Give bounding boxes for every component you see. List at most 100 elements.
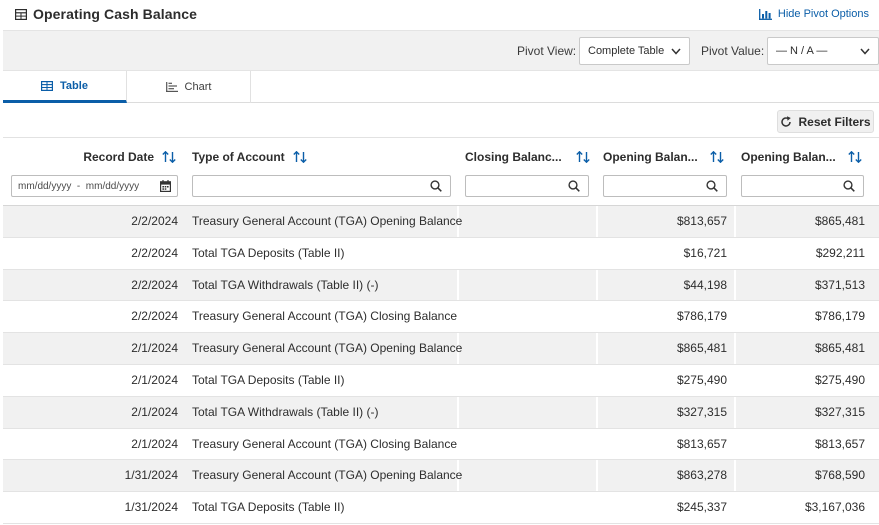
column-header-type-of-account[interactable]: Type of Account [192,150,307,164]
opening-balance-2-cell: $865,481 [814,341,865,356]
opening-balance-2-cell: $3,167,036 [804,500,865,515]
record-date-cell: 2/2/2024 [131,277,178,292]
record-date-cell: 1/31/2024 [124,468,178,483]
type-of-account-search-input[interactable] [192,175,451,197]
table-row[interactable]: 2/1/2024 Total TGA Deposits (Table II) $… [3,365,879,397]
view-tabs: Table Chart [3,71,879,103]
opening-balance-1-search-input[interactable] [603,175,727,197]
table-body: 2/2/2024 Treasury General Account (TGA) … [3,206,879,524]
search-icon [568,180,580,192]
column-header-record-date[interactable]: Record Date [83,150,176,164]
type-of-account-cell: Total TGA Withdrawals (Table II) (-) [192,277,379,292]
table-row[interactable]: 1/31/2024 Total TGA Deposits (Table II) … [3,492,879,524]
page-title: Operating Cash Balance [33,6,198,22]
chart-icon [165,82,178,92]
opening-balance-1-cell: $327,315 [676,404,727,419]
chevron-down-icon [860,48,870,55]
opening-balance-1-cell: $786,179 [676,309,727,324]
record-date-cell: 1/31/2024 [124,500,178,515]
title-bar: Operating Cash Balance Hide Pivot Option… [0,0,879,30]
refresh-icon [781,115,792,127]
table-row[interactable]: 2/2/2024 Treasury General Account (TGA) … [3,206,879,238]
search-icon [843,180,855,192]
type-of-account-cell: Total TGA Deposits (Table II) [192,245,345,260]
record-date-cell: 2/2/2024 [131,245,178,260]
opening-balance-1-cell: $245,337 [676,500,727,515]
table-row[interactable]: 2/1/2024 Treasury General Account (TGA) … [3,429,879,461]
table-row[interactable]: 2/2/2024 Total TGA Deposits (Table II) $… [3,238,879,270]
type-of-account-cell: Treasury General Account (TGA) Opening B… [192,468,463,483]
record-date-cell: 2/1/2024 [131,372,178,387]
type-of-account-cell: Treasury General Account (TGA) Closing B… [192,309,458,324]
pivot-value-value: — N / A — [776,45,828,57]
date-range-placeholder: mm/dd/yyyy - mm/dd/yyyy [18,181,140,192]
hide-pivot-options-label: Hide Pivot Options [777,8,869,20]
record-date-cell: 2/2/2024 [131,309,178,324]
column-label: Opening Balan... [741,150,836,164]
opening-balance-1-cell: $44,198 [683,277,727,292]
type-of-account-cell: Treasury General Account (TGA) Opening B… [192,341,463,356]
search-icon [706,180,718,192]
table-row[interactable]: 2/2/2024 Treasury General Account (TGA) … [3,301,879,334]
table-row[interactable]: 2/2/2024 Total TGA Withdrawals (Table II… [3,269,879,302]
sort-icon [575,151,590,163]
opening-balance-2-search-input[interactable] [741,175,864,197]
tab-chart-label: Chart [184,81,212,93]
pivot-view-label: Pivot View: [517,44,577,58]
table-header: Record Date Type of Account Closing Bala… [3,138,879,206]
pivot-view-select[interactable]: Complete Table [579,37,690,65]
type-of-account-cell: Total TGA Deposits (Table II) [192,372,345,387]
sort-icon [162,151,176,163]
opening-balance-2-cell: $275,490 [814,372,865,387]
opening-balance-1-cell: $275,490 [676,372,727,387]
opening-balance-1-cell: $16,721 [683,245,727,260]
type-of-account-cell: Treasury General Account (TGA) Opening B… [192,214,463,228]
column-header-opening-balance-2[interactable]: Opening Balan... [741,150,862,164]
opening-balance-2-cell: $292,211 [815,245,865,260]
column-header-opening-balance-1[interactable]: Opening Balan... [603,150,724,164]
table-row[interactable]: 2/1/2024 Treasury General Account (TGA) … [3,333,879,365]
table-row[interactable]: 1/31/2024 Treasury General Account (TGA)… [3,460,879,493]
type-of-account-cell: Total TGA Withdrawals (Table II) (-) [192,404,379,419]
search-icon [430,180,442,192]
reset-filters-button[interactable]: Reset Filters [777,110,874,133]
table-icon [41,80,54,91]
opening-balance-1-cell: $813,657 [676,214,727,228]
record-date-cell: 2/1/2024 [131,341,178,356]
pivot-view-value: Complete Table [588,45,665,57]
opening-balance-2-cell: $786,179 [814,309,865,324]
opening-balance-2-cell: $327,315 [814,404,865,419]
sort-icon [292,151,307,163]
table-icon [15,9,27,20]
pivot-value-select[interactable]: — N / A — [767,37,879,65]
opening-balance-2-cell: $813,657 [814,436,865,451]
tab-table[interactable]: Table [3,71,127,103]
calendar-icon [160,180,171,192]
bar-chart-icon [758,8,772,20]
closing-balance-search-input[interactable] [465,175,589,197]
sort-icon [847,151,862,163]
opening-balance-2-cell: $768,590 [814,468,865,483]
opening-balance-1-cell: $865,481 [676,341,727,356]
pivot-options-bar: Pivot View: Complete Table Pivot Value: … [3,30,879,71]
opening-balance-1-cell: $863,278 [676,468,727,483]
date-range-filter[interactable]: mm/dd/yyyy - mm/dd/yyyy [11,175,178,197]
column-label: Record Date [83,150,154,164]
tab-chart[interactable]: Chart [127,71,251,103]
reset-filters-label: Reset Filters [798,114,871,129]
record-date-cell: 2/1/2024 [131,404,178,419]
hide-pivot-options-link[interactable]: Hide Pivot Options [758,8,869,20]
opening-balance-2-cell: $371,513 [814,277,865,292]
tab-table-label: Table [60,79,88,92]
table-row[interactable]: 2/1/2024 Total TGA Withdrawals (Table II… [3,396,879,429]
chevron-down-icon [671,48,681,55]
opening-balance-1-cell: $813,657 [676,436,727,451]
column-label: Type of Account [192,150,285,164]
type-of-account-cell: Treasury General Account (TGA) Closing B… [192,436,458,451]
pivot-value-label: Pivot Value: [701,44,765,58]
type-of-account-cell: Total TGA Deposits (Table II) [192,500,345,515]
sort-icon [709,151,724,163]
filter-bar: Reset Filters [3,103,879,138]
record-date-cell: 2/2/2024 [131,214,178,228]
column-header-closing-balance[interactable]: Closing Balanc... [465,150,590,164]
